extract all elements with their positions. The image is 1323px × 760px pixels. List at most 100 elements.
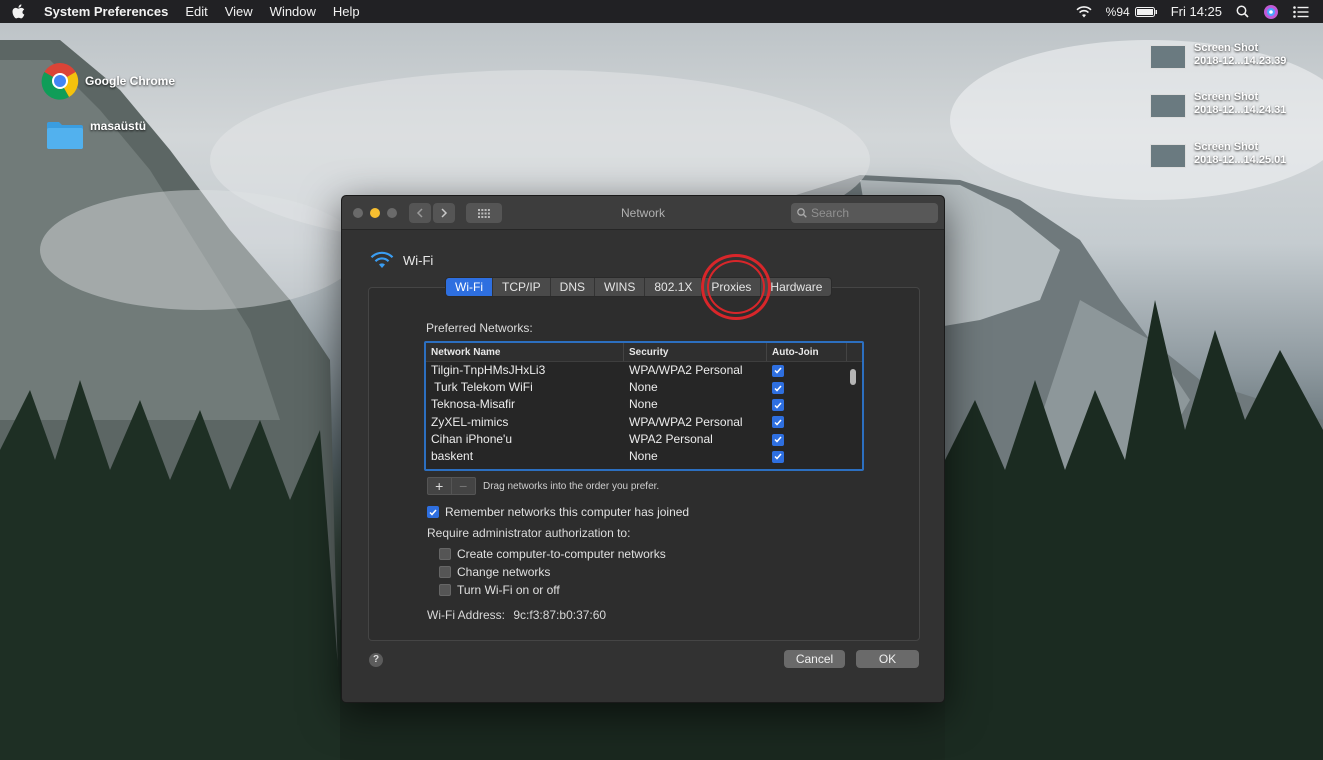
admin-option-toggle-wifi[interactable]: Turn Wi-Fi on or off <box>439 583 560 597</box>
auto-join-checkbox[interactable] <box>772 382 784 395</box>
tab-802-1x[interactable]: 802.1X <box>645 278 703 296</box>
screenshot-date: 2018-12...14.23.39 <box>1194 55 1287 67</box>
change-networks-label: Change networks <box>457 565 551 579</box>
column-security[interactable]: Security <box>624 343 767 361</box>
network-name: Cihan iPhone'u <box>431 431 513 446</box>
network-name: Teknosa-Misafir <box>431 397 516 412</box>
wifi-icon <box>370 251 394 268</box>
wifi-address-label: Wi-Fi Address: <box>427 608 506 622</box>
require-admin-label: Require administrator authorization to: <box>427 526 631 540</box>
checkmark-icon <box>774 419 782 426</box>
search-icon <box>797 208 807 218</box>
change-networks-checkbox[interactable] <box>439 566 451 578</box>
screenshot-name: Screen Shot <box>1194 42 1259 54</box>
clock[interactable]: Fri 14:25 <box>1171 4 1222 19</box>
checkmark-icon <box>429 509 437 516</box>
network-security: None <box>629 397 658 412</box>
ok-button[interactable]: OK <box>856 650 919 668</box>
menu-bar: System Preferences Edit View Window Help… <box>0 0 1323 23</box>
menu-system-preferences[interactable]: System Preferences <box>44 4 168 19</box>
menu-help[interactable]: Help <box>333 4 360 19</box>
checkmark-icon <box>774 453 782 460</box>
auto-join-checkbox[interactable] <box>772 399 784 412</box>
screenshot-date: 2018-12...14.24.31 <box>1194 104 1287 116</box>
checkmark-icon <box>774 385 782 392</box>
battery-icon <box>1134 6 1157 17</box>
create-networks-checkbox[interactable] <box>439 548 451 560</box>
siri-icon[interactable] <box>1263 4 1279 20</box>
chrome-icon <box>41 63 79 100</box>
network-security: WPA/WPA2 Personal <box>629 363 743 377</box>
add-network-button[interactable]: + <box>428 478 452 494</box>
admin-option-change-networks[interactable]: Change networks <box>439 565 550 579</box>
network-name: Tilgin-TnpHMsJHxLi3 <box>431 363 546 377</box>
table-row[interactable]: Cihan iPhone'u WPA2 Personal <box>426 431 862 448</box>
desktop-screenshot-3[interactable]: Screen Shot 2018-12...14.25.01 <box>1150 141 1286 168</box>
screenshot-thumbnail <box>1150 45 1186 69</box>
cancel-button[interactable]: Cancel <box>784 650 845 668</box>
remove-network-button[interactable]: − <box>452 478 475 494</box>
menu-window[interactable]: Window <box>270 4 316 19</box>
desktop-screenshot-1[interactable]: Screen Shot 2018-12...14.23.39 <box>1150 42 1286 69</box>
table-scrollbar[interactable] <box>850 369 856 385</box>
desktop-icon-masaustu[interactable]: masaüstü <box>46 119 147 150</box>
help-button[interactable]: ? <box>369 653 383 667</box>
search-field[interactable] <box>791 203 938 223</box>
folder-icon <box>47 122 83 149</box>
tab-bar: Wi-Fi TCP/IP DNS WINS 802.1X Proxies Har… <box>445 277 833 297</box>
desktop-screenshot-2[interactable]: Screen Shot 2018-12...14.24.31 <box>1150 91 1286 118</box>
checkmark-icon <box>774 367 782 374</box>
drag-hint: Drag networks into the order you prefer. <box>483 481 660 492</box>
tab-tcp-ip[interactable]: TCP/IP <box>493 278 551 296</box>
screenshot-thumbnail <box>1150 144 1186 168</box>
screenshot-name: Screen Shot <box>1194 91 1259 103</box>
desktop-icon-label: Google Chrome <box>85 74 176 88</box>
auto-join-checkbox[interactable] <box>772 433 784 446</box>
auto-join-checkbox[interactable] <box>772 416 784 429</box>
apple-logo-icon[interactable] <box>12 3 28 20</box>
table-row[interactable]: ZyXEL-mimics WPA/WPA2 Personal <box>426 414 862 431</box>
network-preferences-window: Network Wi-Fi Wi-Fi TCP/IP DNS WINS 802.… <box>341 195 945 703</box>
admin-option-create-networks[interactable]: Create computer-to-computer networks <box>439 547 666 561</box>
remember-networks-checkbox[interactable] <box>427 506 439 518</box>
network-security: WPA/WPA2 Personal <box>629 414 743 429</box>
menu-bar-extras: %94 Fri 14:25 <box>1076 0 1323 23</box>
column-auto-join[interactable]: Auto-Join <box>767 343 847 361</box>
interface-header: Wi-Fi <box>369 251 433 269</box>
network-name: ZyXEL-mimics <box>431 414 509 429</box>
tab-wifi[interactable]: Wi-Fi <box>446 278 493 296</box>
desktop-icon-label: masaüstü <box>90 119 147 133</box>
tab-dns[interactable]: DNS <box>551 278 595 296</box>
preferred-networks-table[interactable]: Network Name Security Auto-Join Tilgin-T… <box>424 341 864 471</box>
title-bar[interactable]: Network <box>342 196 944 230</box>
table-row[interactable]: baskent None <box>426 448 862 465</box>
auto-join-checkbox[interactable] <box>772 364 784 377</box>
table-row[interactable]: Tilgin-TnpHMsJHxLi3 WPA/WPA2 Personal <box>426 362 862 379</box>
remember-networks-option[interactable]: Remember networks this computer has join… <box>427 505 689 519</box>
battery-status[interactable]: %94 <box>1106 5 1157 19</box>
search-input[interactable] <box>811 206 931 220</box>
add-remove-controls: + − <box>427 477 476 495</box>
network-security: None <box>629 380 658 395</box>
battery-percent: %94 <box>1105 4 1130 19</box>
network-name: baskent <box>431 448 474 463</box>
notification-center-icon[interactable] <box>1293 5 1309 18</box>
desktop-icon-google-chrome[interactable]: Google Chrome <box>41 62 175 100</box>
tab-hardware[interactable]: Hardware <box>761 278 831 296</box>
table-row[interactable]: Turk Telekom WiFi None <box>426 379 862 396</box>
toggle-wifi-checkbox[interactable] <box>439 584 451 596</box>
menu-view[interactable]: View <box>225 4 253 19</box>
network-name: Turk Telekom WiFi <box>431 380 533 395</box>
column-network-name[interactable]: Network Name <box>426 343 624 361</box>
table-row[interactable]: Teknosa-Misafir None <box>426 396 862 413</box>
tab-wins[interactable]: WINS <box>595 278 646 296</box>
spotlight-search-icon[interactable] <box>1236 5 1249 18</box>
screenshot-thumbnail <box>1150 94 1186 118</box>
remember-networks-label: Remember networks this computer has join… <box>445 505 690 519</box>
network-security: WPA2 Personal <box>629 431 713 446</box>
wifi-address: Wi-Fi Address: 9c:f3:87:b0:37:60 <box>427 608 606 622</box>
auto-join-checkbox[interactable] <box>772 450 784 463</box>
tab-proxies[interactable]: Proxies <box>702 278 762 296</box>
wifi-status-icon[interactable] <box>1076 5 1092 18</box>
menu-edit[interactable]: Edit <box>185 4 207 19</box>
